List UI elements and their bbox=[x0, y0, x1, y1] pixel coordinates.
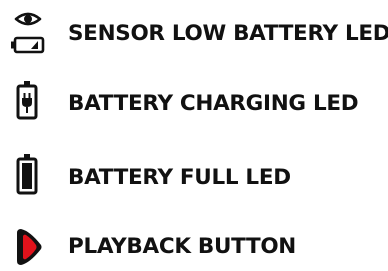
legend-item-battery-charging: BATTERY CHARGING LED bbox=[0, 80, 388, 128]
legend-item-sensor-low-battery: SENSOR LOW BATTERY LED bbox=[0, 10, 388, 58]
eye-low-battery-icon bbox=[8, 10, 52, 58]
battery-full-icon bbox=[8, 154, 52, 202]
legend-item-battery-full: BATTERY FULL LED bbox=[0, 154, 388, 202]
legend: SENSOR LOW BATTERY LED BATTERY CHARGING … bbox=[0, 0, 388, 268]
legend-item-playback-button: PLAYBACK BUTTON bbox=[0, 223, 388, 271]
legend-item-label: SENSOR LOW BATTERY LED bbox=[68, 21, 388, 46]
legend-item-label: BATTERY FULL LED bbox=[68, 165, 291, 190]
legend-item-label: PLAYBACK BUTTON bbox=[68, 234, 297, 259]
battery-charging-icon bbox=[8, 80, 52, 128]
legend-item-label: BATTERY CHARGING LED bbox=[68, 91, 359, 116]
playback-button-icon bbox=[8, 223, 52, 271]
